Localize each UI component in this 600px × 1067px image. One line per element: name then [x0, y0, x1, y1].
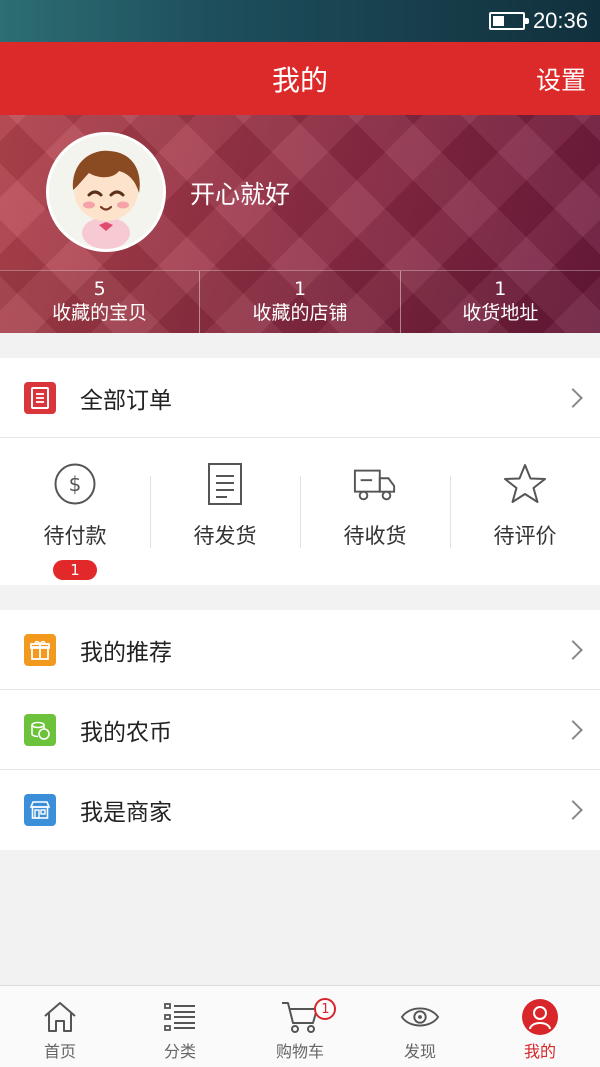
avatar-cartoon-icon	[49, 135, 163, 249]
eye-icon	[400, 998, 440, 1036]
order-status-bar: $ 待付款 1 待发货 待收货 待评价	[0, 438, 600, 584]
menu-item-label: 我的推荐	[80, 639, 172, 666]
pending-payment-badge: 1	[53, 560, 97, 580]
list-icon	[160, 998, 200, 1036]
order-status-pending-review[interactable]: 待评价	[450, 438, 600, 584]
stat-label: 收藏的店铺	[252, 302, 348, 324]
profile-banner: 开心就好 5 收藏的宝贝 1 收藏的店铺 1 收货地址	[0, 115, 600, 333]
order-status-label: 待评价	[493, 524, 557, 548]
stat-label: 收货地址	[462, 302, 539, 324]
order-status-pending-payment[interactable]: $ 待付款 1	[0, 438, 150, 584]
nav-label: 发现	[403, 1042, 436, 1061]
stat-favorite-items[interactable]: 5 收藏的宝贝	[0, 271, 201, 333]
bottom-nav: 首页 分类 1 购物车 发现 我的	[0, 985, 600, 1067]
star-icon	[503, 462, 547, 506]
nav-label: 分类	[163, 1042, 196, 1061]
nav-home[interactable]: 首页	[0, 986, 120, 1067]
nav-mine[interactable]: 我的	[480, 986, 600, 1067]
truck-icon	[353, 462, 397, 506]
svg-text:$: $	[69, 472, 82, 496]
coins-icon	[24, 713, 56, 746]
status-bar: 20:36	[0, 0, 600, 42]
chevron-right-icon	[563, 719, 583, 740]
nav-cart[interactable]: 1 购物车	[240, 986, 360, 1067]
chevron-right-icon	[563, 800, 583, 820]
all-orders-label: 全部订单	[80, 387, 172, 414]
stat-favorite-shops[interactable]: 1 收藏的店铺	[200, 271, 401, 333]
dollar-circle-icon: $	[53, 462, 97, 506]
stat-count: 1	[293, 278, 307, 300]
nav-label: 购物车	[275, 1042, 324, 1061]
stat-label: 收藏的宝贝	[52, 302, 148, 324]
battery-icon	[488, 12, 529, 30]
user-icon	[520, 998, 560, 1036]
all-orders-row[interactable]: 全部订单	[0, 358, 600, 438]
order-status-label: 待收货	[343, 524, 407, 548]
stat-count: 1	[494, 278, 507, 300]
menu-item-recommend[interactable]: 我的推荐	[0, 610, 600, 690]
stat-count: 5	[93, 278, 106, 300]
profile-stats: 5 收藏的宝贝 1 收藏的店铺 1 收货地址	[0, 270, 600, 333]
page-title: 我的	[271, 63, 328, 97]
order-status-label: 待付款	[43, 524, 107, 548]
nav-label: 我的	[523, 1042, 556, 1061]
app-header: 我的 设置	[0, 42, 600, 115]
avatar[interactable]	[46, 132, 166, 252]
document-icon	[203, 462, 247, 506]
nav-discover[interactable]: 发现	[360, 986, 480, 1067]
menu-card: 我的推荐 我的农币 我是商家	[0, 610, 600, 850]
order-status-pending-receipt[interactable]: 待收货	[300, 438, 450, 584]
order-status-label: 待发货	[193, 524, 257, 548]
cart-count-badge: 1	[314, 998, 337, 1020]
shop-icon	[24, 794, 56, 826]
menu-item-label: 我是商家	[80, 800, 172, 826]
nav-label: 首页	[43, 1042, 76, 1061]
menu-item-coins[interactable]: 我的农币	[0, 690, 600, 770]
status-time: 20:36	[532, 8, 588, 33]
chevron-right-icon	[563, 639, 583, 660]
orders-card: 全部订单 $ 待付款 1 待发货 待收货 待评价	[0, 358, 600, 585]
settings-button[interactable]: 设置	[536, 61, 586, 97]
menu-item-label: 我的农币	[80, 719, 172, 746]
order-status-pending-shipment[interactable]: 待发货	[150, 438, 300, 584]
home-icon	[40, 998, 80, 1036]
menu-item-merchant[interactable]: 我是商家	[0, 770, 600, 850]
chevron-right-icon	[563, 387, 583, 408]
nav-category[interactable]: 分类	[120, 986, 240, 1067]
gift-icon	[24, 633, 56, 666]
user-nickname: 开心就好	[190, 180, 291, 209]
stat-addresses[interactable]: 1 收货地址	[401, 271, 600, 333]
order-list-icon	[24, 381, 56, 414]
